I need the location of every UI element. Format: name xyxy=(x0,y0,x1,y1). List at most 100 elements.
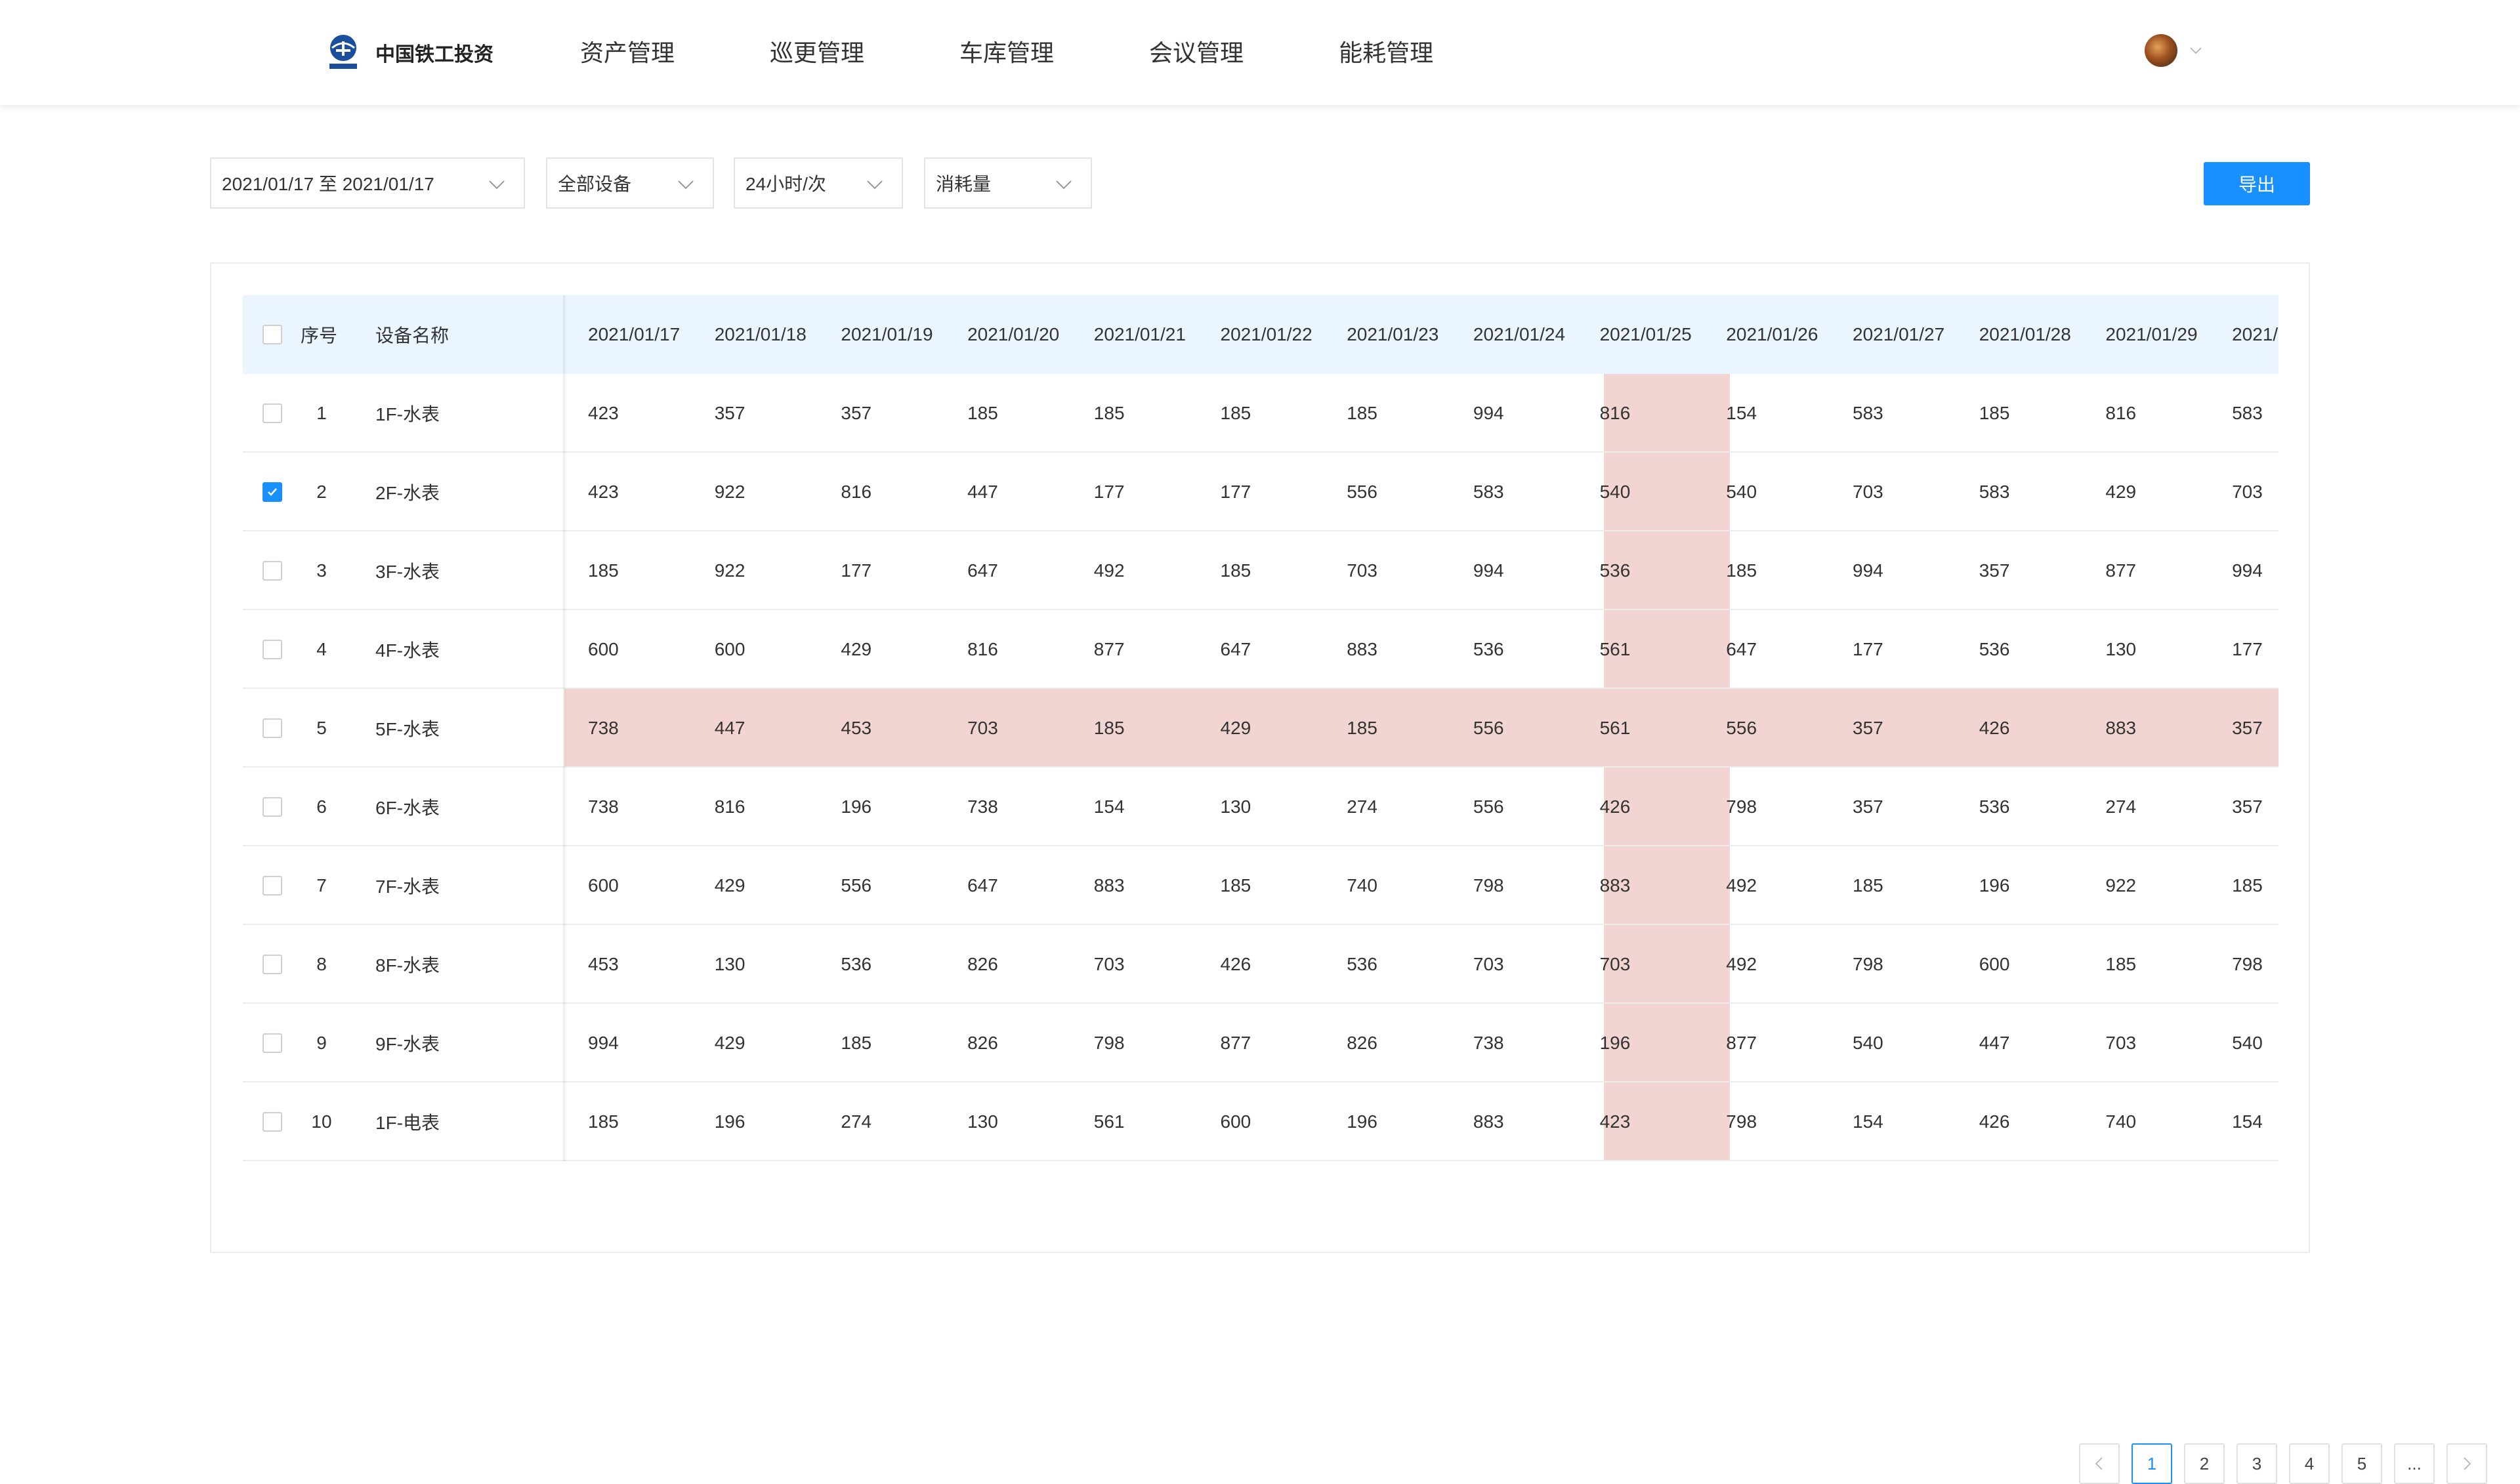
row-checkbox[interactable] xyxy=(262,1033,282,1053)
row-index: 8 xyxy=(316,954,327,974)
page-number-button[interactable]: 1 xyxy=(2132,1443,2172,1484)
value-cell: 740 xyxy=(2105,1111,2137,1132)
nav-energy[interactable]: 能耗管理 xyxy=(1339,34,1433,68)
checkbox-cell xyxy=(262,610,282,689)
page-number-button[interactable]: 3 xyxy=(2236,1443,2277,1484)
user-menu[interactable] xyxy=(2145,34,2205,67)
row-checkbox[interactable] xyxy=(262,561,282,581)
row-checkbox[interactable] xyxy=(262,1112,282,1132)
value-cell: 185 xyxy=(1979,403,2010,423)
value-cell: 883 xyxy=(2105,718,2137,738)
value-cell: 922 xyxy=(714,482,746,502)
header-device-name: 设备名称 xyxy=(375,325,450,346)
value-cell: 185 xyxy=(588,560,619,581)
select-all-checkbox[interactable] xyxy=(262,325,282,344)
table-row[interactable]: 4 4F-水表 600 600 429 816 877 647 883 536 561 647 177 5… xyxy=(243,610,2278,689)
value-cell: 740 xyxy=(1347,875,1377,896)
table-row[interactable]: 3 3F-水表 185 922 177 647 492 185 703 994 536 185 994 3… xyxy=(243,531,2278,610)
row-checkbox[interactable] xyxy=(262,797,282,817)
avatar[interactable] xyxy=(2145,34,2177,67)
value-cell: 540 xyxy=(1726,482,1757,502)
value-cell: 274 xyxy=(2105,796,2137,817)
table-row[interactable]: 6 6F-水表 738 816 196 738 154 130 274 556 426 798 357 5… xyxy=(243,768,2278,846)
main-nav: 资产管理 巡更管理 车库管理 会议管理 能耗管理 xyxy=(580,34,1528,68)
fixed-column-shadow xyxy=(563,295,567,1161)
device-name: 5F-水表 xyxy=(375,719,440,739)
device-name: 1F-水表 xyxy=(375,404,440,424)
device-name: 6F-水表 xyxy=(375,798,440,818)
next-page-button[interactable] xyxy=(2446,1443,2487,1484)
value-cell: 177 xyxy=(1093,482,1125,502)
value-cell: 703 xyxy=(967,718,998,738)
value-cell: 429 xyxy=(714,875,746,896)
value-cell: 556 xyxy=(1473,796,1504,817)
value-cell: 647 xyxy=(967,875,998,896)
value-cell: 185 xyxy=(1347,718,1377,738)
date-range-select[interactable]: 2021/01/17 至 2021/01/17 xyxy=(210,157,525,209)
value-cell: 994 xyxy=(1473,560,1504,581)
row-checkbox[interactable] xyxy=(262,403,282,423)
prev-page-button[interactable] xyxy=(2079,1443,2120,1484)
value-cell: 423 xyxy=(588,403,619,423)
value-cell: 423 xyxy=(588,482,619,502)
value-cell: 600 xyxy=(714,639,746,659)
table-row[interactable]: 8 8F-水表 453 130 536 826 703 426 536 703 703 492 798 6… xyxy=(243,925,2278,1004)
row-checkbox[interactable] xyxy=(262,876,282,896)
table-row[interactable]: 1 1F-水表 423 357 357 185 185 185 185 994 816 154 583 1… xyxy=(243,374,2278,453)
page-number-button[interactable]: 2 xyxy=(2184,1443,2225,1484)
device-select[interactable]: 全部设备 xyxy=(546,157,714,209)
row-checkbox[interactable] xyxy=(262,482,282,502)
table-row[interactable]: 5 5F-水表 738 447 453 703 185 429 185 556 561 556 357 4… xyxy=(243,689,2278,768)
value-cell: 994 xyxy=(1853,560,1883,581)
row-checkbox[interactable] xyxy=(262,718,282,738)
value-cell: 426 xyxy=(1979,718,2010,738)
value-cell: 826 xyxy=(967,1033,998,1053)
row-index: 9 xyxy=(316,1033,327,1053)
page-number-button[interactable]: 4 xyxy=(2289,1443,2330,1484)
value-cell: 877 xyxy=(1726,1033,1757,1053)
nav-garage[interactable]: 车库管理 xyxy=(959,34,1054,68)
value-cell: 447 xyxy=(967,482,998,502)
logo[interactable]: 中国铁工投资 xyxy=(323,33,494,72)
value-cell: 798 xyxy=(1093,1033,1125,1053)
value-cell: 177 xyxy=(1853,639,1883,659)
checkbox-cell xyxy=(262,846,282,925)
value-cell: 130 xyxy=(2105,639,2137,659)
table-row[interactable]: 9 9F-水表 994 429 185 826 798 877 826 738 196 877 540 4… xyxy=(243,1004,2278,1082)
device-value: 全部设备 xyxy=(558,174,632,194)
table-row[interactable]: 10 1F-电表 185 196 274 130 561 600 196 883 423 798 154… xyxy=(243,1082,2278,1161)
nav-patrol[interactable]: 巡更管理 xyxy=(770,34,864,68)
value-cell: 357 xyxy=(2232,718,2263,738)
header-index: 序号 xyxy=(301,325,338,346)
nav-assets[interactable]: 资产管理 xyxy=(580,34,675,68)
value-cell: 922 xyxy=(714,560,746,581)
nav-meeting[interactable]: 会议管理 xyxy=(1149,34,1244,68)
table-row[interactable]: 7 7F-水表 600 429 556 647 883 185 740 798 883 492 185 1… xyxy=(243,846,2278,925)
export-button[interactable]: 导出 xyxy=(2204,162,2310,205)
row-index: 6 xyxy=(316,796,327,817)
company-logo-icon xyxy=(329,35,357,69)
pagination-ellipsis[interactable]: ... xyxy=(2394,1443,2435,1484)
interval-select[interactable]: 24小时/次 xyxy=(734,157,903,209)
value-cell: 154 xyxy=(1853,1111,1883,1132)
value-cell: 274 xyxy=(1347,796,1377,817)
logo-text: 中国铁工投资 xyxy=(375,44,494,66)
value-cell: 492 xyxy=(1726,954,1757,974)
device-name: 4F-水表 xyxy=(375,640,440,661)
value-cell: 826 xyxy=(1347,1033,1377,1053)
row-checkbox[interactable] xyxy=(262,955,282,974)
value-cell: 816 xyxy=(967,639,998,659)
page-number-button[interactable]: 5 xyxy=(2342,1443,2382,1484)
value-cell: 453 xyxy=(841,718,872,738)
value-cell: 600 xyxy=(588,875,619,896)
value-cell: 540 xyxy=(1853,1033,1883,1053)
table-row[interactable]: 2 2F-水表 423 922 816 447 177 177 556 583 540 540 703 5… xyxy=(243,453,2278,531)
value-cell: 561 xyxy=(1599,639,1631,659)
value-cell: 883 xyxy=(1599,875,1631,896)
metric-select[interactable]: 消耗量 xyxy=(924,157,1092,209)
value-cell: 429 xyxy=(1220,718,1251,738)
row-checkbox[interactable] xyxy=(262,640,282,659)
value-cell: 583 xyxy=(1979,482,2010,502)
value-cell: 798 xyxy=(2232,954,2263,974)
value-cell: 185 xyxy=(2105,954,2137,974)
